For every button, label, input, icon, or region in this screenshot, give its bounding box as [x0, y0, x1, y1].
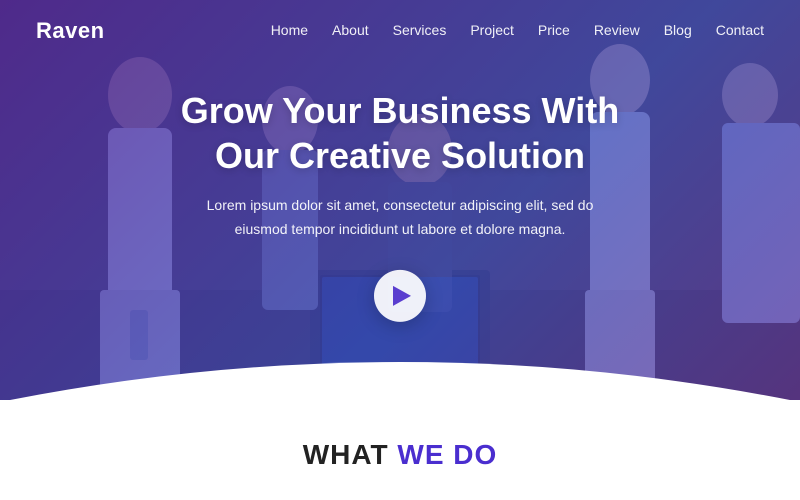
hero-title-line1: Grow Your Business With	[181, 90, 619, 131]
nav-blog[interactable]: Blog	[664, 22, 692, 38]
nav-links: Home About Services Project Price Review…	[271, 22, 764, 40]
play-button[interactable]	[374, 269, 426, 321]
hero-subtitle: Lorem ipsum dolor sit amet, consectetur …	[200, 194, 600, 242]
play-icon	[393, 285, 411, 305]
nav-services[interactable]: Services	[393, 22, 447, 38]
nav-about[interactable]: About	[332, 22, 369, 38]
hero-section: Raven Home About Services Project Price …	[0, 0, 800, 400]
nav-price[interactable]: Price	[538, 22, 570, 38]
hero-content: Grow Your Business With Our Creative Sol…	[140, 88, 660, 322]
hero-curve	[0, 342, 800, 400]
section-title: WHAT WE DO	[303, 439, 498, 471]
navbar: Raven Home About Services Project Price …	[0, 0, 800, 62]
nav-contact[interactable]: Contact	[716, 22, 764, 38]
brand-logo[interactable]: Raven	[36, 18, 105, 44]
what-we-do-section: WHAT WE DO	[0, 400, 800, 500]
hero-title-line2: Our Creative Solution	[215, 135, 585, 176]
what-label: WHAT	[303, 439, 389, 470]
hero-title: Grow Your Business With Our Creative Sol…	[140, 88, 660, 178]
nav-review[interactable]: Review	[594, 22, 640, 38]
we-do-label: WE DO	[397, 439, 497, 470]
nav-project[interactable]: Project	[470, 22, 514, 38]
nav-home[interactable]: Home	[271, 22, 308, 38]
